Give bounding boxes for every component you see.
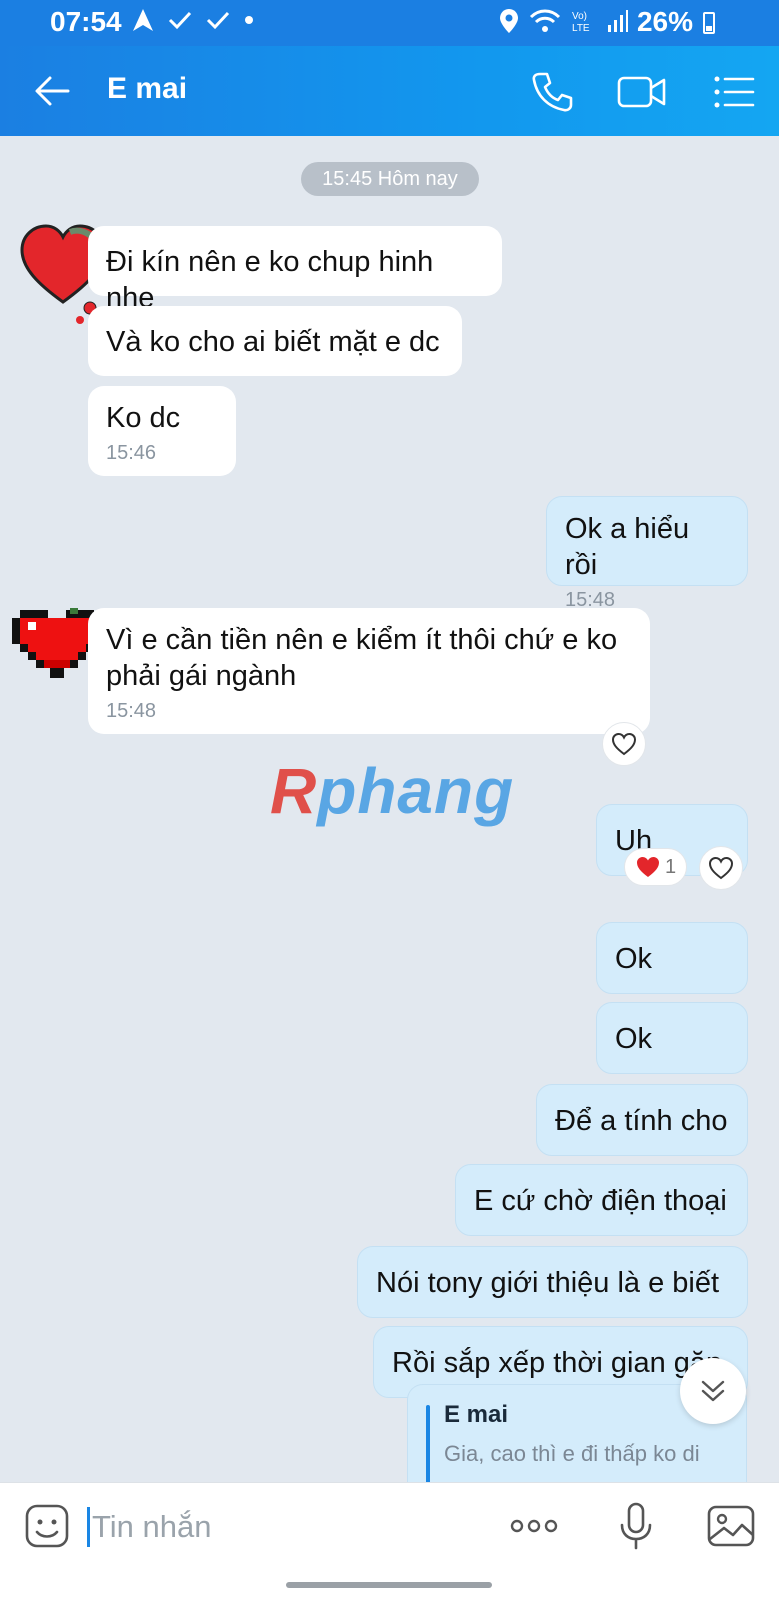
quote-text: Gia, cao thì e đi thấp ko di bbox=[444, 1441, 700, 1466]
check-icon bbox=[168, 11, 192, 30]
message-bubble[interactable]: Nói tony giới thiệu là e biết bbox=[357, 1246, 748, 1318]
heart-icon bbox=[637, 857, 659, 877]
heart-icon bbox=[708, 856, 734, 880]
signal-icon bbox=[608, 10, 628, 32]
watermark-logo: Rphang bbox=[270, 755, 515, 827]
message-text: Đi kín nên e ko chup hinh nhe bbox=[106, 246, 434, 314]
message-text: Rồi sắp xếp thời gian gặp bbox=[392, 1347, 723, 1379]
image-icon[interactable] bbox=[706, 1501, 756, 1551]
message-text: Ok a hiểu rồi bbox=[565, 513, 690, 581]
menu-list-icon[interactable] bbox=[712, 70, 756, 114]
message-text: Vì e cần tiền nên e kiểm ít thôi chứ e k… bbox=[106, 624, 618, 692]
message-text: Ok bbox=[615, 943, 653, 975]
message-text: Ok bbox=[615, 1023, 653, 1055]
message-bubble[interactable]: Ok bbox=[596, 1002, 748, 1074]
svg-text:LTE: LTE bbox=[572, 23, 590, 34]
status-bar: 07:54 Vo) LTE 26% bbox=[0, 0, 779, 46]
message-text: E cứ chờ điện thoại bbox=[474, 1185, 727, 1217]
chat-header: E mai bbox=[0, 46, 779, 136]
react-heart-button[interactable] bbox=[602, 722, 646, 766]
home-gesture-pill[interactable] bbox=[286, 1582, 492, 1588]
message-time: 15:48 bbox=[106, 700, 157, 722]
message-bubble[interactable]: Vì e cần tiền nên e kiểm ít thôi chứ e k… bbox=[88, 608, 650, 734]
message-bubble[interactable]: Ko dc 15:46 bbox=[88, 386, 236, 476]
message-text: Nói tony giới thiệu là e biết bbox=[376, 1267, 720, 1299]
heart-icon bbox=[611, 732, 637, 756]
date-separator: 15:45 Hôm nay bbox=[301, 162, 479, 196]
message-list[interactable]: 15:45 Hôm nay Đi kín nên e ko chup hinh … bbox=[0, 136, 779, 1482]
status-system-icons: Vo) LTE bbox=[499, 8, 629, 34]
message-bubble[interactable]: Ok bbox=[596, 922, 748, 994]
reaction-count: 1 bbox=[665, 855, 677, 878]
status-time: 07:54 bbox=[50, 6, 122, 37]
reaction-count-badge[interactable]: 1 bbox=[624, 848, 688, 886]
text-cursor bbox=[87, 1507, 90, 1547]
back-arrow-icon[interactable] bbox=[34, 74, 70, 108]
contact-name[interactable]: E mai bbox=[107, 72, 187, 106]
svg-text:Vo): Vo) bbox=[572, 11, 587, 22]
navigation-icon bbox=[133, 9, 153, 31]
wifi-icon bbox=[529, 9, 561, 32]
system-nav-bar bbox=[0, 1570, 779, 1600]
message-input[interactable] bbox=[92, 1503, 472, 1551]
scroll-to-bottom-button[interactable] bbox=[680, 1358, 746, 1424]
location-icon bbox=[500, 9, 518, 33]
volte-icon: Vo)LTE bbox=[572, 11, 590, 34]
status-notification-icons bbox=[132, 8, 254, 32]
battery-percent: 26% bbox=[636, 6, 693, 37]
more-icon[interactable] bbox=[507, 1501, 561, 1551]
message-bubble[interactable]: Và ko cho ai biết mặt e dc bbox=[88, 306, 462, 376]
react-heart-button[interactable] bbox=[699, 846, 743, 890]
battery-icon bbox=[703, 12, 715, 34]
message-text: Để a tính cho bbox=[555, 1105, 728, 1137]
message-text: Và ko cho ai biết mặt e dc bbox=[106, 326, 440, 358]
microphone-icon[interactable] bbox=[611, 1501, 661, 1551]
message-text: Ko dc bbox=[106, 402, 181, 434]
message-bubble[interactable]: Ok a hiểu rồi 15:48 bbox=[546, 496, 748, 611]
message-time: 15:46 bbox=[106, 442, 157, 464]
message-composer bbox=[0, 1482, 779, 1570]
message-bubble[interactable]: Đi kín nên e ko chup hinh nhe bbox=[88, 226, 502, 314]
check-icon bbox=[206, 11, 230, 30]
sticker-icon[interactable] bbox=[24, 1503, 70, 1549]
message-bubble[interactable]: Để a tính cho bbox=[536, 1084, 748, 1156]
dot-icon bbox=[245, 16, 253, 24]
chevron-down-icon bbox=[701, 1380, 725, 1402]
message-bubble[interactable]: E cứ chờ điện thoại bbox=[455, 1164, 748, 1236]
quote-bar bbox=[426, 1405, 430, 1482]
phone-icon[interactable] bbox=[530, 70, 574, 114]
video-call-icon[interactable] bbox=[617, 70, 667, 114]
quote-sender: E mai bbox=[444, 1401, 509, 1428]
